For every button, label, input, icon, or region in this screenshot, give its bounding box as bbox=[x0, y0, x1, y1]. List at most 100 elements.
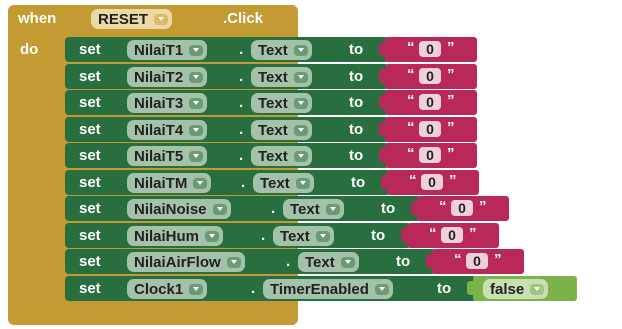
setter-block[interactable]: set Clock1. TimerEnabled to false bbox=[65, 276, 577, 301]
text-string-block[interactable]: “0 ” bbox=[379, 117, 477, 142]
property-name: Text bbox=[260, 174, 290, 192]
component-dropdown[interactable]: Clock1 bbox=[127, 279, 208, 299]
chevron-down-icon bbox=[293, 44, 308, 56]
component-dropdown[interactable]: NilaiHum bbox=[127, 226, 224, 246]
component-dropdown[interactable]: NilaiT3 bbox=[127, 93, 208, 113]
boolean-block[interactable]: false bbox=[467, 276, 577, 301]
component-dropdown[interactable]: NilaiT4 bbox=[127, 120, 208, 140]
property-name: Text bbox=[258, 121, 288, 139]
set-keyword: set bbox=[79, 94, 101, 111]
text-value-field[interactable]: 0 bbox=[421, 174, 443, 190]
to-keyword: to bbox=[349, 147, 364, 164]
text-value-field[interactable]: 0 bbox=[419, 41, 441, 57]
property-dropdown[interactable]: Text bbox=[273, 226, 334, 246]
setter-block[interactable]: set NilaiT1. Text to “0 ” bbox=[65, 37, 477, 62]
text-value-field[interactable]: 0 bbox=[419, 147, 441, 163]
puzzle-connector bbox=[379, 122, 388, 136]
text-string-block[interactable]: “0 ” bbox=[379, 143, 477, 168]
to-keyword: to bbox=[351, 174, 366, 191]
text-value-field[interactable]: 0 bbox=[466, 253, 488, 269]
text-string-block[interactable]: “0 ” bbox=[411, 196, 509, 221]
component-dropdown[interactable]: RESET bbox=[91, 9, 173, 29]
text-string-block[interactable]: “0 ” bbox=[379, 64, 477, 89]
text-value-field[interactable]: 0 bbox=[419, 121, 441, 137]
property-dropdown[interactable]: TimerEnabled bbox=[263, 279, 393, 299]
close-quote: ” bbox=[449, 172, 457, 189]
setter-block[interactable]: set NilaiNoise. Text to “0 ” bbox=[65, 196, 509, 221]
chevron-down-icon bbox=[189, 44, 204, 56]
puzzle-connector bbox=[379, 95, 388, 109]
close-quote: ” bbox=[447, 119, 455, 136]
chevron-down-icon bbox=[154, 13, 169, 25]
text-string-block[interactable]: “0 ” bbox=[379, 90, 477, 115]
setter-block[interactable]: set NilaiAirFlow. Text to “0 ” bbox=[65, 249, 524, 274]
component-dropdown[interactable]: NilaiT1 bbox=[127, 40, 208, 60]
chevron-down-icon bbox=[189, 150, 204, 162]
setter-block[interactable]: set NilaiT4. Text to “0 ” bbox=[65, 117, 477, 142]
close-quote: ” bbox=[447, 92, 455, 109]
component-dropdown[interactable]: NilaiT2 bbox=[127, 67, 208, 87]
setter-block[interactable]: set NilaiT5. Text to “0 ” bbox=[65, 143, 477, 168]
text-string-block[interactable]: “0 ” bbox=[379, 37, 477, 62]
property-dropdown[interactable]: Text bbox=[251, 146, 312, 166]
component-name: NilaiT2 bbox=[134, 68, 184, 86]
open-quote: “ bbox=[439, 198, 447, 215]
to-keyword: to bbox=[349, 68, 364, 85]
text-value-field[interactable]: 0 bbox=[441, 227, 463, 243]
property-dropdown[interactable]: Text bbox=[251, 120, 312, 140]
puzzle-connector bbox=[401, 228, 410, 242]
text-string-block[interactable]: “0 ” bbox=[401, 223, 499, 248]
property-dropdown[interactable]: Text bbox=[251, 93, 312, 113]
property-dropdown[interactable]: Text bbox=[253, 173, 314, 193]
chevron-down-icon bbox=[189, 124, 204, 136]
set-keyword: set bbox=[79, 68, 101, 85]
dot-separator: . bbox=[286, 253, 291, 270]
property-dropdown[interactable]: Text bbox=[298, 252, 359, 272]
text-value-field[interactable]: 0 bbox=[419, 68, 441, 84]
chevron-down-icon bbox=[293, 124, 308, 136]
text-value-field[interactable]: 0 bbox=[451, 200, 473, 216]
property-dropdown[interactable]: Text bbox=[251, 40, 312, 60]
setter-block[interactable]: set NilaiT3. Text to “0 ” bbox=[65, 90, 477, 115]
chevron-down-icon bbox=[189, 283, 204, 295]
set-keyword: set bbox=[79, 280, 101, 297]
dot-separator: . bbox=[239, 121, 244, 138]
open-quote: “ bbox=[429, 225, 437, 242]
component-name: NilaiAirFlow bbox=[134, 253, 221, 271]
chevron-down-icon bbox=[374, 283, 389, 295]
chevron-down-icon bbox=[193, 177, 208, 189]
property-dropdown[interactable]: Text bbox=[251, 67, 312, 87]
dot-separator: . bbox=[241, 174, 246, 191]
set-keyword: set bbox=[79, 200, 101, 217]
set-keyword: set bbox=[79, 121, 101, 138]
component-dropdown[interactable]: NilaiTM bbox=[127, 173, 212, 193]
chevron-down-icon bbox=[189, 97, 204, 109]
chevron-down-icon bbox=[315, 230, 330, 242]
boolean-dropdown[interactable]: false bbox=[483, 279, 549, 299]
text-string-block[interactable]: “0 ” bbox=[381, 170, 479, 195]
chevron-down-icon bbox=[325, 203, 340, 215]
set-keyword: set bbox=[79, 41, 101, 58]
component-dropdown[interactable]: NilaiT5 bbox=[127, 146, 208, 166]
dot-separator: . bbox=[239, 94, 244, 111]
component-name: NilaiNoise bbox=[134, 200, 207, 218]
property-dropdown[interactable]: Text bbox=[283, 199, 344, 219]
component-dropdown[interactable]: NilaiAirFlow bbox=[127, 252, 245, 272]
component-dropdown[interactable]: NilaiNoise bbox=[127, 199, 231, 219]
property-name: Text bbox=[258, 147, 288, 165]
to-keyword: to bbox=[381, 200, 396, 217]
chevron-down-icon bbox=[293, 71, 308, 83]
text-string-block[interactable]: “0 ” bbox=[426, 249, 524, 274]
component-name: NilaiT1 bbox=[134, 41, 184, 59]
setter-block[interactable]: set NilaiTM. Text to “0 ” bbox=[65, 170, 479, 195]
chevron-down-icon bbox=[189, 71, 204, 83]
boolean-value: false bbox=[490, 280, 525, 298]
close-quote: ” bbox=[447, 39, 455, 56]
to-keyword: to bbox=[349, 41, 364, 58]
close-quote: ” bbox=[479, 198, 487, 215]
setter-block[interactable]: set NilaiHum. Text to “0 ” bbox=[65, 223, 499, 248]
setter-block[interactable]: set NilaiT2. Text to “0 ” bbox=[65, 64, 477, 89]
event-name: .Click bbox=[223, 10, 264, 27]
text-value-field[interactable]: 0 bbox=[419, 94, 441, 110]
set-keyword: set bbox=[79, 147, 101, 164]
